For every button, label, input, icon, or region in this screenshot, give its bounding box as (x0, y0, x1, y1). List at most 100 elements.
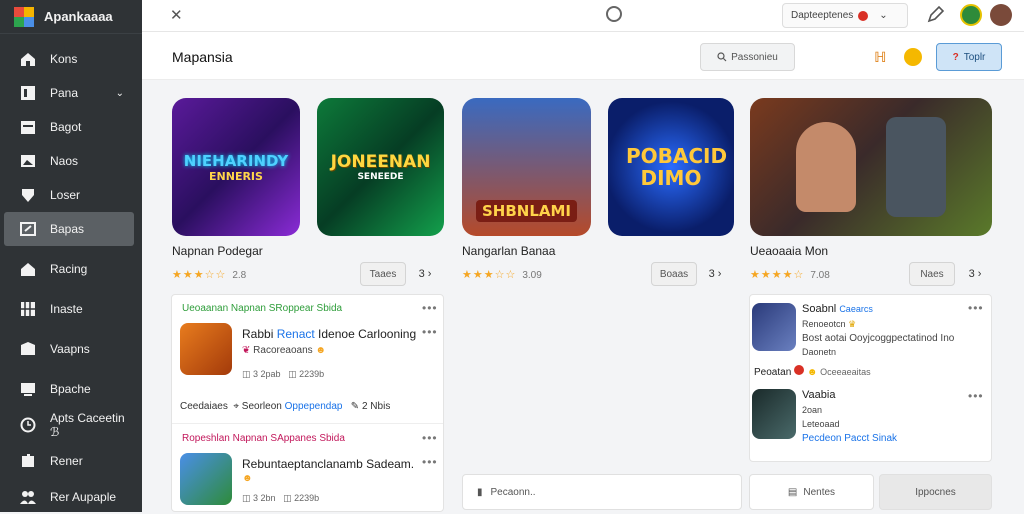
sidebar-item-label: Loser (50, 188, 81, 202)
button-label: Toplr (963, 51, 986, 63)
chevron-down-icon: ⌄ (879, 10, 888, 21)
shield-icon (20, 187, 36, 203)
page-title: Mapansia (172, 49, 233, 65)
avatar-green[interactable] (960, 4, 982, 26)
sidebar-item-label: Inaste (50, 302, 83, 316)
sidebar-item-label: Kons (50, 52, 78, 66)
chevron-down-icon[interactable]: ⌄ (116, 88, 124, 99)
more-options-icon[interactable]: ••• (422, 325, 438, 339)
user-name[interactable]: Soabnl Caearcs (802, 303, 873, 315)
more-options-icon[interactable]: ••• (422, 431, 438, 445)
emoji-icon[interactable] (904, 48, 922, 66)
sidebar-item-rer-aupaple[interactable]: Rer Aupaple (4, 480, 134, 514)
search-label: Passonieu (731, 51, 778, 63)
game-title[interactable]: Napnan Podegar (172, 244, 263, 258)
sidebar-item-pana[interactable]: Pana ⌄ (4, 76, 134, 110)
topup-button[interactable]: ? Toplr (936, 43, 1002, 71)
compose-bar[interactable]: ▮ Pecaonn.. (462, 474, 742, 510)
sidebar: Apankaaaa Kons Pana ⌄ Bagot Naos Loser Ba… (0, 0, 142, 512)
footer-link[interactable]: Ceedaiaes (180, 401, 228, 412)
sidebar-item-inaste[interactable]: Inaste (4, 292, 134, 326)
game-card-4-art[interactable]: POBACID DIMO (608, 98, 734, 236)
game-art-title: JONEENAN (330, 152, 431, 172)
game-more-button[interactable]: 3 › (410, 262, 440, 286)
post-avatar[interactable] (180, 453, 232, 505)
footer-link[interactable]: Peoatan (754, 367, 791, 378)
game-action-button[interactable]: Boaas (651, 262, 697, 286)
footer-link[interactable]: Oppependap (285, 401, 343, 412)
feed-panel-left: Ueoaanan Napnan SRoppear Sbida ••• Rabbi… (171, 294, 444, 512)
rating-stars: ★★★★☆ 7.08 (750, 268, 830, 281)
close-icon[interactable]: ✕ (170, 6, 183, 24)
search-button[interactable]: Passonieu (700, 43, 795, 71)
responses-button[interactable]: Ippocnes (879, 474, 992, 510)
game-art-title: POBACID DIMO (626, 144, 728, 190)
game-art-title: NIEHARINDY (183, 151, 289, 170)
sidebar-item-apts[interactable]: Apts Caceetin ℬ (4, 408, 134, 442)
share-icon: ◫ (283, 493, 295, 503)
meta-value: 3 2bn (253, 493, 276, 503)
game-card-5-art[interactable] (750, 98, 992, 236)
more-options-icon[interactable]: ••• (422, 455, 438, 469)
pen-icon[interactable] (926, 4, 948, 26)
sidebar-item-label: Bpache (50, 382, 91, 396)
compose-placeholder: Pecaonn.. (490, 486, 536, 498)
user-footer: Peoatan ☻ Oceeaeaitas (754, 365, 871, 378)
avatar[interactable] (990, 4, 1012, 26)
sidebar-item-bagot[interactable]: Bagot (4, 110, 134, 144)
user-avatar[interactable] (752, 389, 796, 439)
search-icon (717, 52, 727, 62)
search-icon[interactable] (606, 6, 622, 22)
more-options-icon[interactable]: ••• (968, 301, 984, 315)
game-title[interactable]: Ueaoaaia Mon (750, 244, 828, 258)
account-dropdown[interactable]: Dapteeptenes ⌄ (782, 3, 908, 28)
user-name[interactable]: Vaabia (802, 389, 835, 401)
user-link[interactable]: Pecdeon Pacct Sinak (802, 433, 897, 444)
image-icon (20, 153, 36, 169)
puzzle-icon (20, 453, 36, 469)
app-brand[interactable]: Apankaaaa (0, 0, 142, 34)
game-more-button[interactable]: 3 › (960, 262, 990, 286)
more-options-icon[interactable]: ••• (968, 389, 984, 403)
post-header[interactable]: Ueoaanan Napnan SRoppear Sbida (182, 303, 342, 314)
sidebar-item-naos[interactable]: Naos (4, 144, 134, 178)
more-options-icon[interactable]: ••• (422, 301, 438, 315)
notes-button[interactable]: ▤ Nentes (749, 474, 874, 510)
notification-dot-icon (858, 10, 869, 21)
footer-link[interactable]: 2 Nbis (362, 401, 390, 412)
sidebar-nav: Kons Pana ⌄ Bagot Naos Loser Bapas Racing… (0, 42, 142, 514)
rating-value: 3.09 (522, 270, 542, 281)
sidebar-item-rener[interactable]: Rener (4, 444, 134, 478)
emoji-icon: ☻ (312, 345, 326, 356)
game-action-button[interactable]: Naes (909, 262, 955, 286)
user-avatar[interactable] (752, 303, 796, 351)
post-avatar[interactable] (180, 323, 232, 375)
post-title[interactable]: Rabbi Renact Idenoe Carlooning (242, 327, 416, 341)
stars-icon: ★★★☆☆ (462, 269, 517, 281)
game-card-3-art[interactable]: SHBNLAMI (462, 98, 591, 236)
game-title[interactable]: Nangarlan Banaa (462, 244, 555, 258)
sidebar-item-bapas[interactable]: Bapas (4, 212, 134, 246)
app-title: Apankaaaa (44, 9, 113, 24)
user-link[interactable]: Caearcs (839, 304, 873, 314)
sidebar-item-racing[interactable]: Racing (4, 252, 134, 286)
rating-stars: ★★★☆☆ 3.09 (462, 268, 542, 281)
footer-link[interactable]: Seorleon (242, 401, 285, 412)
comment-icon: ◫ (242, 493, 254, 503)
sidebar-item-bpache[interactable]: Bpache (4, 372, 134, 406)
hashtag-icon[interactable]: ℍ (874, 49, 886, 66)
sidebar-item-loser[interactable]: Loser (4, 178, 134, 212)
game-card-2-art[interactable]: JONEENAN SENEEDE (317, 98, 444, 236)
trophy-icon: ♛ (848, 319, 857, 329)
post-subtitle-text: Racoreaoans (253, 345, 313, 356)
game-more-button[interactable]: 3 › (700, 262, 730, 286)
game-card-1-art[interactable]: NIEHARINDY ENNERIS (172, 98, 300, 236)
game-action-button[interactable]: Taaes (360, 262, 406, 286)
game-art-title: SHBNLAMI (475, 200, 578, 222)
post-header[interactable]: Ropeshlan Napnan SAppanes Sbida (182, 433, 345, 444)
sidebar-item-label: Racing (50, 262, 88, 276)
post-title[interactable]: Rebuntaeptanclanamb Sadeam. (242, 457, 414, 471)
game-art-subtitle: ENNERIS (209, 169, 263, 183)
sidebar-item-kons[interactable]: Kons (4, 42, 134, 76)
sidebar-item-vaapns[interactable]: Vaapns (4, 332, 134, 366)
